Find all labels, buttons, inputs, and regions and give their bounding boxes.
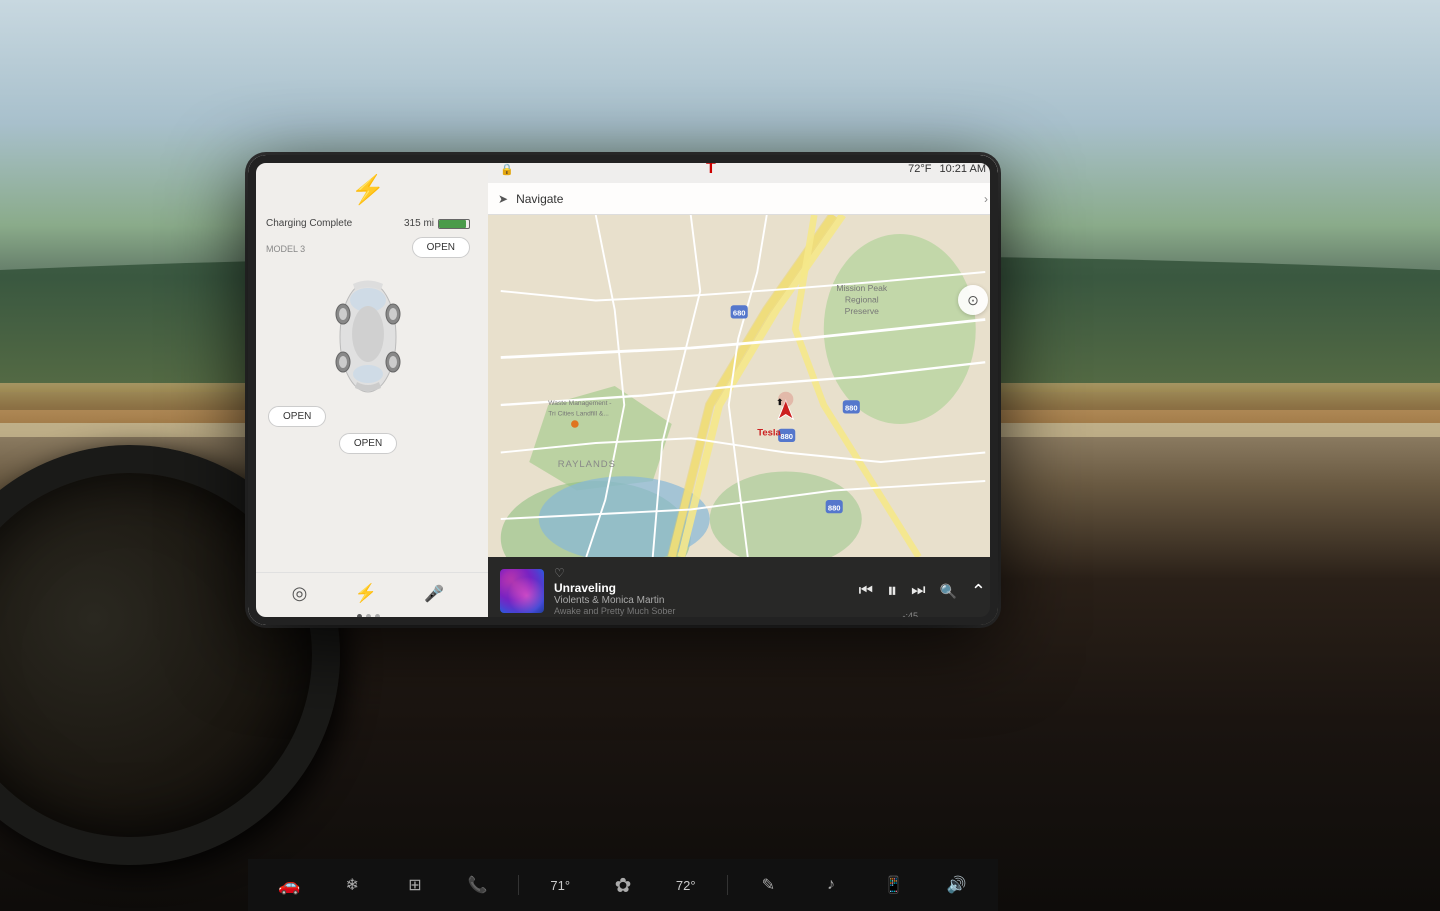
phone2-taskbar-button[interactable]: 📱 bbox=[872, 871, 916, 899]
car-visual-area: MODEL 3 OPEN bbox=[248, 237, 488, 572]
apps-taskbar-button[interactable]: ⊞ bbox=[393, 871, 437, 899]
car-svg bbox=[323, 262, 413, 412]
svg-text:Preserve: Preserve bbox=[845, 306, 879, 316]
tesla-logo: T bbox=[706, 160, 716, 178]
mic-icon[interactable]: 🎤 bbox=[424, 584, 444, 604]
svg-text:Waste Management -: Waste Management - bbox=[548, 400, 611, 407]
taskbar: 🚗 ❄ ⊞ 📞 71° ✿ 72° ✎ ♪ 📱 🔊 bbox=[248, 859, 998, 911]
svg-text:Tesla: Tesla bbox=[757, 427, 781, 438]
apps-taskbar-icon: ⊞ bbox=[408, 875, 421, 895]
svg-text:880: 880 bbox=[845, 404, 858, 413]
open-button-bottom[interactable]: OPEN bbox=[339, 433, 397, 454]
status-center: T bbox=[706, 160, 716, 178]
svg-text:RAYLANDS: RAYLANDS bbox=[558, 459, 616, 470]
song-title: Unraveling bbox=[554, 581, 849, 595]
battery-bar-fill bbox=[439, 220, 466, 228]
nav-taskbar-icon: ✎ bbox=[762, 875, 775, 895]
nav-taskbar-button[interactable]: ✎ bbox=[746, 871, 790, 899]
pause-button[interactable]: ⏸ bbox=[887, 580, 897, 603]
model-label: MODEL 3 bbox=[266, 244, 305, 254]
car-taskbar-icon: 🚗 bbox=[278, 875, 300, 896]
separator-1 bbox=[518, 875, 519, 895]
svg-text:680: 680 bbox=[733, 309, 746, 318]
climate-taskbar-icon: ❄ bbox=[345, 875, 358, 895]
map-svg: 680 880 880 880 RAYLANDS Mission Peak Re… bbox=[488, 215, 998, 557]
fan-taskbar-icon: ✿ bbox=[615, 873, 632, 898]
map-area[interactable]: 680 880 880 880 RAYLANDS Mission Peak Re… bbox=[488, 215, 998, 557]
status-left: 🔒 bbox=[500, 163, 514, 176]
fan-taskbar-button[interactable]: ✿ bbox=[601, 869, 645, 902]
navigate-bar[interactable]: ➤ Navigate › bbox=[488, 183, 998, 215]
phone-taskbar-button[interactable]: 📞 bbox=[456, 871, 500, 899]
heart-icon[interactable]: ♡ bbox=[554, 566, 849, 580]
temperature-display: 72°F bbox=[908, 163, 931, 175]
temp-right-value: 72° bbox=[676, 878, 696, 893]
svg-text:880: 880 bbox=[780, 432, 793, 441]
music-controls: ⏮ ⏸ ⏭ 🔍 ⌃ bbox=[859, 580, 986, 603]
svg-text:Regional: Regional bbox=[845, 294, 879, 304]
expand-button[interactable]: ⌃ bbox=[971, 581, 986, 602]
music-taskbar-icon: ♪ bbox=[827, 876, 835, 894]
temp-left-value: 71° bbox=[550, 878, 570, 893]
progress-time: -:45 bbox=[902, 611, 918, 621]
next-button[interactable]: ⏭ bbox=[911, 582, 925, 600]
navigate-arrow-icon: ➤ bbox=[498, 192, 508, 206]
temp-left-display[interactable]: 71° bbox=[538, 874, 582, 897]
album-art bbox=[500, 569, 544, 613]
left-panel: ⚡ Charging Complete 315 mi MODEL 3 OPEN bbox=[248, 155, 488, 625]
tesla-screen: ⚡ Charging Complete 315 mi MODEL 3 OPEN bbox=[248, 155, 998, 625]
phone-taskbar-icon: 📞 bbox=[468, 875, 488, 895]
svg-text:880: 880 bbox=[828, 503, 841, 512]
search-button[interactable]: 🔍 bbox=[939, 583, 956, 600]
song-album: Awake and Pretty Much Sober bbox=[554, 606, 849, 616]
compass-button[interactable]: ⊙ bbox=[958, 285, 988, 315]
bolt-icon: ⚡ bbox=[351, 173, 386, 206]
status-right: 72°F 10:21 AM bbox=[908, 163, 986, 175]
car-model-row: MODEL 3 OPEN bbox=[258, 237, 478, 258]
charging-header: ⚡ Charging Complete 315 mi bbox=[248, 155, 488, 237]
music-taskbar-button[interactable]: ♪ bbox=[809, 872, 853, 898]
charging-complete-row: Charging Complete 315 mi bbox=[266, 218, 470, 229]
volume-taskbar-icon: 🔊 bbox=[947, 875, 967, 895]
page-dots bbox=[248, 614, 488, 625]
separator-2 bbox=[727, 875, 728, 895]
song-artist: Violents & Monica Martin bbox=[554, 595, 849, 606]
album-art-blur bbox=[500, 569, 544, 613]
status-bar: 🔒 T 72°F 10:21 AM bbox=[488, 155, 998, 183]
battery-bar-outer bbox=[438, 219, 470, 229]
battery-miles: 315 mi bbox=[404, 218, 434, 229]
climate-taskbar-button[interactable]: ❄ bbox=[330, 871, 374, 899]
open-button-left[interactable]: OPEN bbox=[268, 406, 326, 427]
phone2-taskbar-icon: 📱 bbox=[884, 875, 904, 895]
bottom-icons: ◎ ⚡ 🎤 bbox=[248, 572, 488, 614]
charging-status: Charging Complete bbox=[266, 218, 352, 229]
battery-row: 315 mi bbox=[404, 218, 470, 229]
svg-text:Tri Cities Landfill &...: Tri Cities Landfill &... bbox=[548, 410, 609, 417]
dot-3 bbox=[375, 614, 380, 619]
volume-taskbar-button[interactable]: 🔊 bbox=[935, 871, 979, 899]
navigate-chevron-icon: › bbox=[984, 192, 988, 206]
car-image bbox=[323, 262, 413, 402]
temp-right-display[interactable]: 72° bbox=[664, 874, 708, 897]
target-icon[interactable]: ◎ bbox=[292, 583, 308, 603]
prev-button[interactable]: ⏮ bbox=[859, 582, 873, 600]
right-panel: 🔒 T 72°F 10:21 AM ➤ Navigate › bbox=[488, 155, 998, 625]
music-player: ♡ Unraveling Violents & Monica Martin Aw… bbox=[488, 557, 998, 625]
navigate-label[interactable]: Navigate bbox=[516, 192, 976, 206]
dot-1 bbox=[357, 614, 362, 619]
svg-text:⬆: ⬆ bbox=[776, 397, 783, 407]
music-info: ♡ Unraveling Violents & Monica Martin Aw… bbox=[554, 566, 849, 616]
open-button-top[interactable]: OPEN bbox=[412, 237, 470, 258]
svg-text:Mission Peak: Mission Peak bbox=[836, 283, 888, 293]
time-display: 10:21 AM bbox=[940, 163, 986, 175]
charging-icon[interactable]: ⚡ bbox=[355, 583, 377, 604]
car-taskbar-button[interactable]: 🚗 bbox=[267, 871, 311, 900]
dot-2 bbox=[366, 614, 371, 619]
lock-icon: 🔒 bbox=[500, 163, 514, 176]
